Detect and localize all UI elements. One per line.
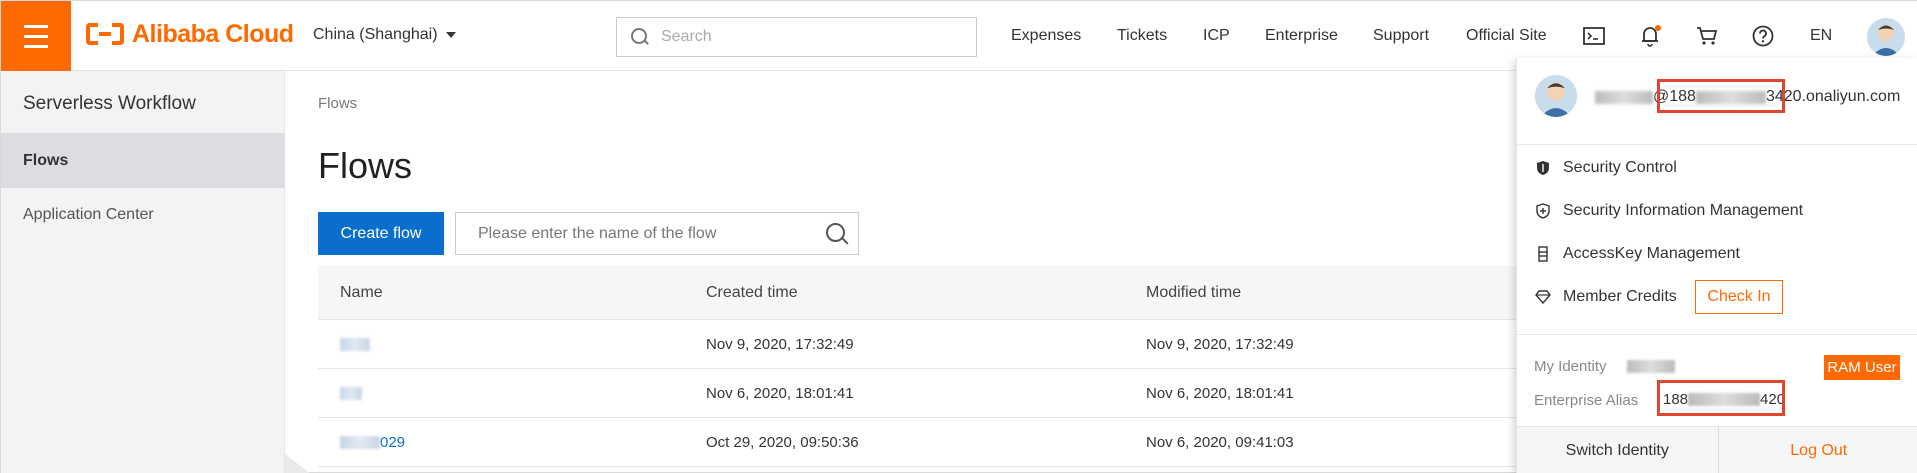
column-header-modified[interactable]: Modified time xyxy=(1146,284,1241,302)
shield-icon xyxy=(1535,160,1551,176)
redacted-text xyxy=(340,338,370,352)
menu-item-member-credits[interactable]: Member Credits xyxy=(1535,288,1677,306)
nav-icp[interactable]: ICP xyxy=(1203,27,1230,45)
menu-item-accesskey[interactable]: AccessKey Management xyxy=(1535,245,1740,263)
region-selector[interactable]: China (Shanghai) xyxy=(313,26,456,44)
search-icon[interactable] xyxy=(826,223,848,245)
sidebar-item-flows[interactable]: Flows xyxy=(1,134,285,188)
menu-item-label: Member Credits xyxy=(1563,288,1677,305)
search-icon xyxy=(631,28,649,46)
menu-item-label: Security Control xyxy=(1563,159,1677,176)
page-title: Flows xyxy=(318,145,413,186)
ram-user-badge: RAM User xyxy=(1824,355,1900,380)
brand-name: Alibaba Cloud xyxy=(132,19,294,48)
sidebar: Serverless Workflow Flows Application Ce… xyxy=(1,71,285,473)
menu-divider xyxy=(1517,334,1917,335)
redacted-text xyxy=(340,436,380,450)
flows-table: Name Created time Modified time Nov 9, 2… xyxy=(318,266,1538,467)
nav-enterprise[interactable]: Enterprise xyxy=(1265,27,1338,45)
switch-identity-button[interactable]: Switch Identity xyxy=(1517,427,1719,473)
bell-icon[interactable] xyxy=(1637,23,1663,49)
account-menu: @ 188 3420 .onaliyun.com Security Contro… xyxy=(1516,58,1917,473)
corner-decoration xyxy=(285,454,311,473)
cart-icon[interactable] xyxy=(1694,23,1720,49)
column-header-created[interactable]: Created time xyxy=(706,284,798,302)
table-row: Nov 9, 2020, 17:32:49 Nov 9, 2020, 17:32… xyxy=(318,320,1538,369)
menu-item-label: AccessKey Management xyxy=(1563,245,1740,262)
sidebar-item-application-center[interactable]: Application Center xyxy=(1,188,285,242)
region-label: China (Shanghai) xyxy=(313,26,438,43)
nav-support[interactable]: Support xyxy=(1373,27,1429,45)
flow-name-suffix: 029 xyxy=(380,433,406,451)
account-avatar xyxy=(1535,75,1577,117)
global-search[interactable] xyxy=(616,17,977,57)
identity-label: My Identity xyxy=(1534,358,1607,375)
table-row: 029 Oct 29, 2020, 09:50:36 Nov 6, 2020, … xyxy=(318,418,1538,467)
sidebar-item-label: Flows xyxy=(23,152,69,169)
user-avatar[interactable] xyxy=(1867,18,1905,56)
redacted-text xyxy=(340,387,362,401)
flow-name-link[interactable] xyxy=(340,336,370,353)
column-header-name[interactable]: Name xyxy=(340,284,383,302)
table-header: Name Created time Modified time xyxy=(318,266,1538,320)
flow-search-input[interactable] xyxy=(478,224,818,243)
highlight-box xyxy=(1657,380,1785,416)
diamond-icon xyxy=(1535,289,1551,305)
log-out-button[interactable]: Log Out xyxy=(1719,427,1917,473)
flow-search[interactable] xyxy=(455,212,859,255)
menu-icon[interactable] xyxy=(1,1,71,71)
brand-logo[interactable]: Alibaba Cloud xyxy=(86,19,294,49)
menu-item-security-information[interactable]: Security Information Management xyxy=(1535,202,1803,220)
help-icon[interactable] xyxy=(1750,23,1776,49)
created-time: Nov 9, 2020, 17:32:49 xyxy=(706,335,854,353)
check-in-button[interactable]: Check In xyxy=(1695,280,1783,314)
menu-item-label: Security Information Management xyxy=(1563,202,1804,219)
sidebar-title: Serverless Workflow xyxy=(23,93,196,114)
created-time: Oct 29, 2020, 09:50:36 xyxy=(706,433,859,451)
menu-item-security-control[interactable]: Security Control xyxy=(1535,159,1677,177)
identity-value xyxy=(1627,360,1675,373)
alibaba-cloud-logo-icon xyxy=(86,19,124,49)
key-icon xyxy=(1535,246,1551,262)
global-search-input[interactable] xyxy=(661,28,961,46)
flow-name-link[interactable]: 029 xyxy=(340,434,405,451)
nav-tickets[interactable]: Tickets xyxy=(1117,27,1167,45)
modified-time: Nov 6, 2020, 09:41:03 xyxy=(1146,433,1294,451)
menu-divider xyxy=(1517,144,1917,145)
caret-down-icon xyxy=(445,32,456,38)
language-switch[interactable]: EN xyxy=(1810,27,1832,45)
flow-name-link[interactable] xyxy=(340,385,362,402)
notification-dot xyxy=(1655,25,1661,31)
alias-label: Enterprise Alias xyxy=(1534,392,1639,409)
redacted-text xyxy=(1627,360,1675,373)
created-time: Nov 6, 2020, 18:01:41 xyxy=(706,384,854,402)
nav-official-site[interactable]: Official Site xyxy=(1466,27,1547,45)
nav-expenses[interactable]: Expenses xyxy=(1011,27,1081,45)
modified-time: Nov 9, 2020, 17:32:49 xyxy=(1146,335,1294,353)
shield-plus-icon xyxy=(1535,203,1551,219)
modified-time: Nov 6, 2020, 18:01:41 xyxy=(1146,384,1294,402)
create-flow-button[interactable]: Create flow xyxy=(318,212,444,255)
highlight-box xyxy=(1657,79,1785,113)
breadcrumb[interactable]: Flows xyxy=(318,95,357,112)
redacted-text xyxy=(1595,90,1653,104)
account-menu-footer: Switch Identity Log Out xyxy=(1517,426,1917,473)
terminal-icon[interactable] xyxy=(1581,23,1607,49)
sidebar-item-label: Application Center xyxy=(23,206,154,223)
table-row: Nov 6, 2020, 18:01:41 Nov 6, 2020, 18:01… xyxy=(318,369,1538,418)
